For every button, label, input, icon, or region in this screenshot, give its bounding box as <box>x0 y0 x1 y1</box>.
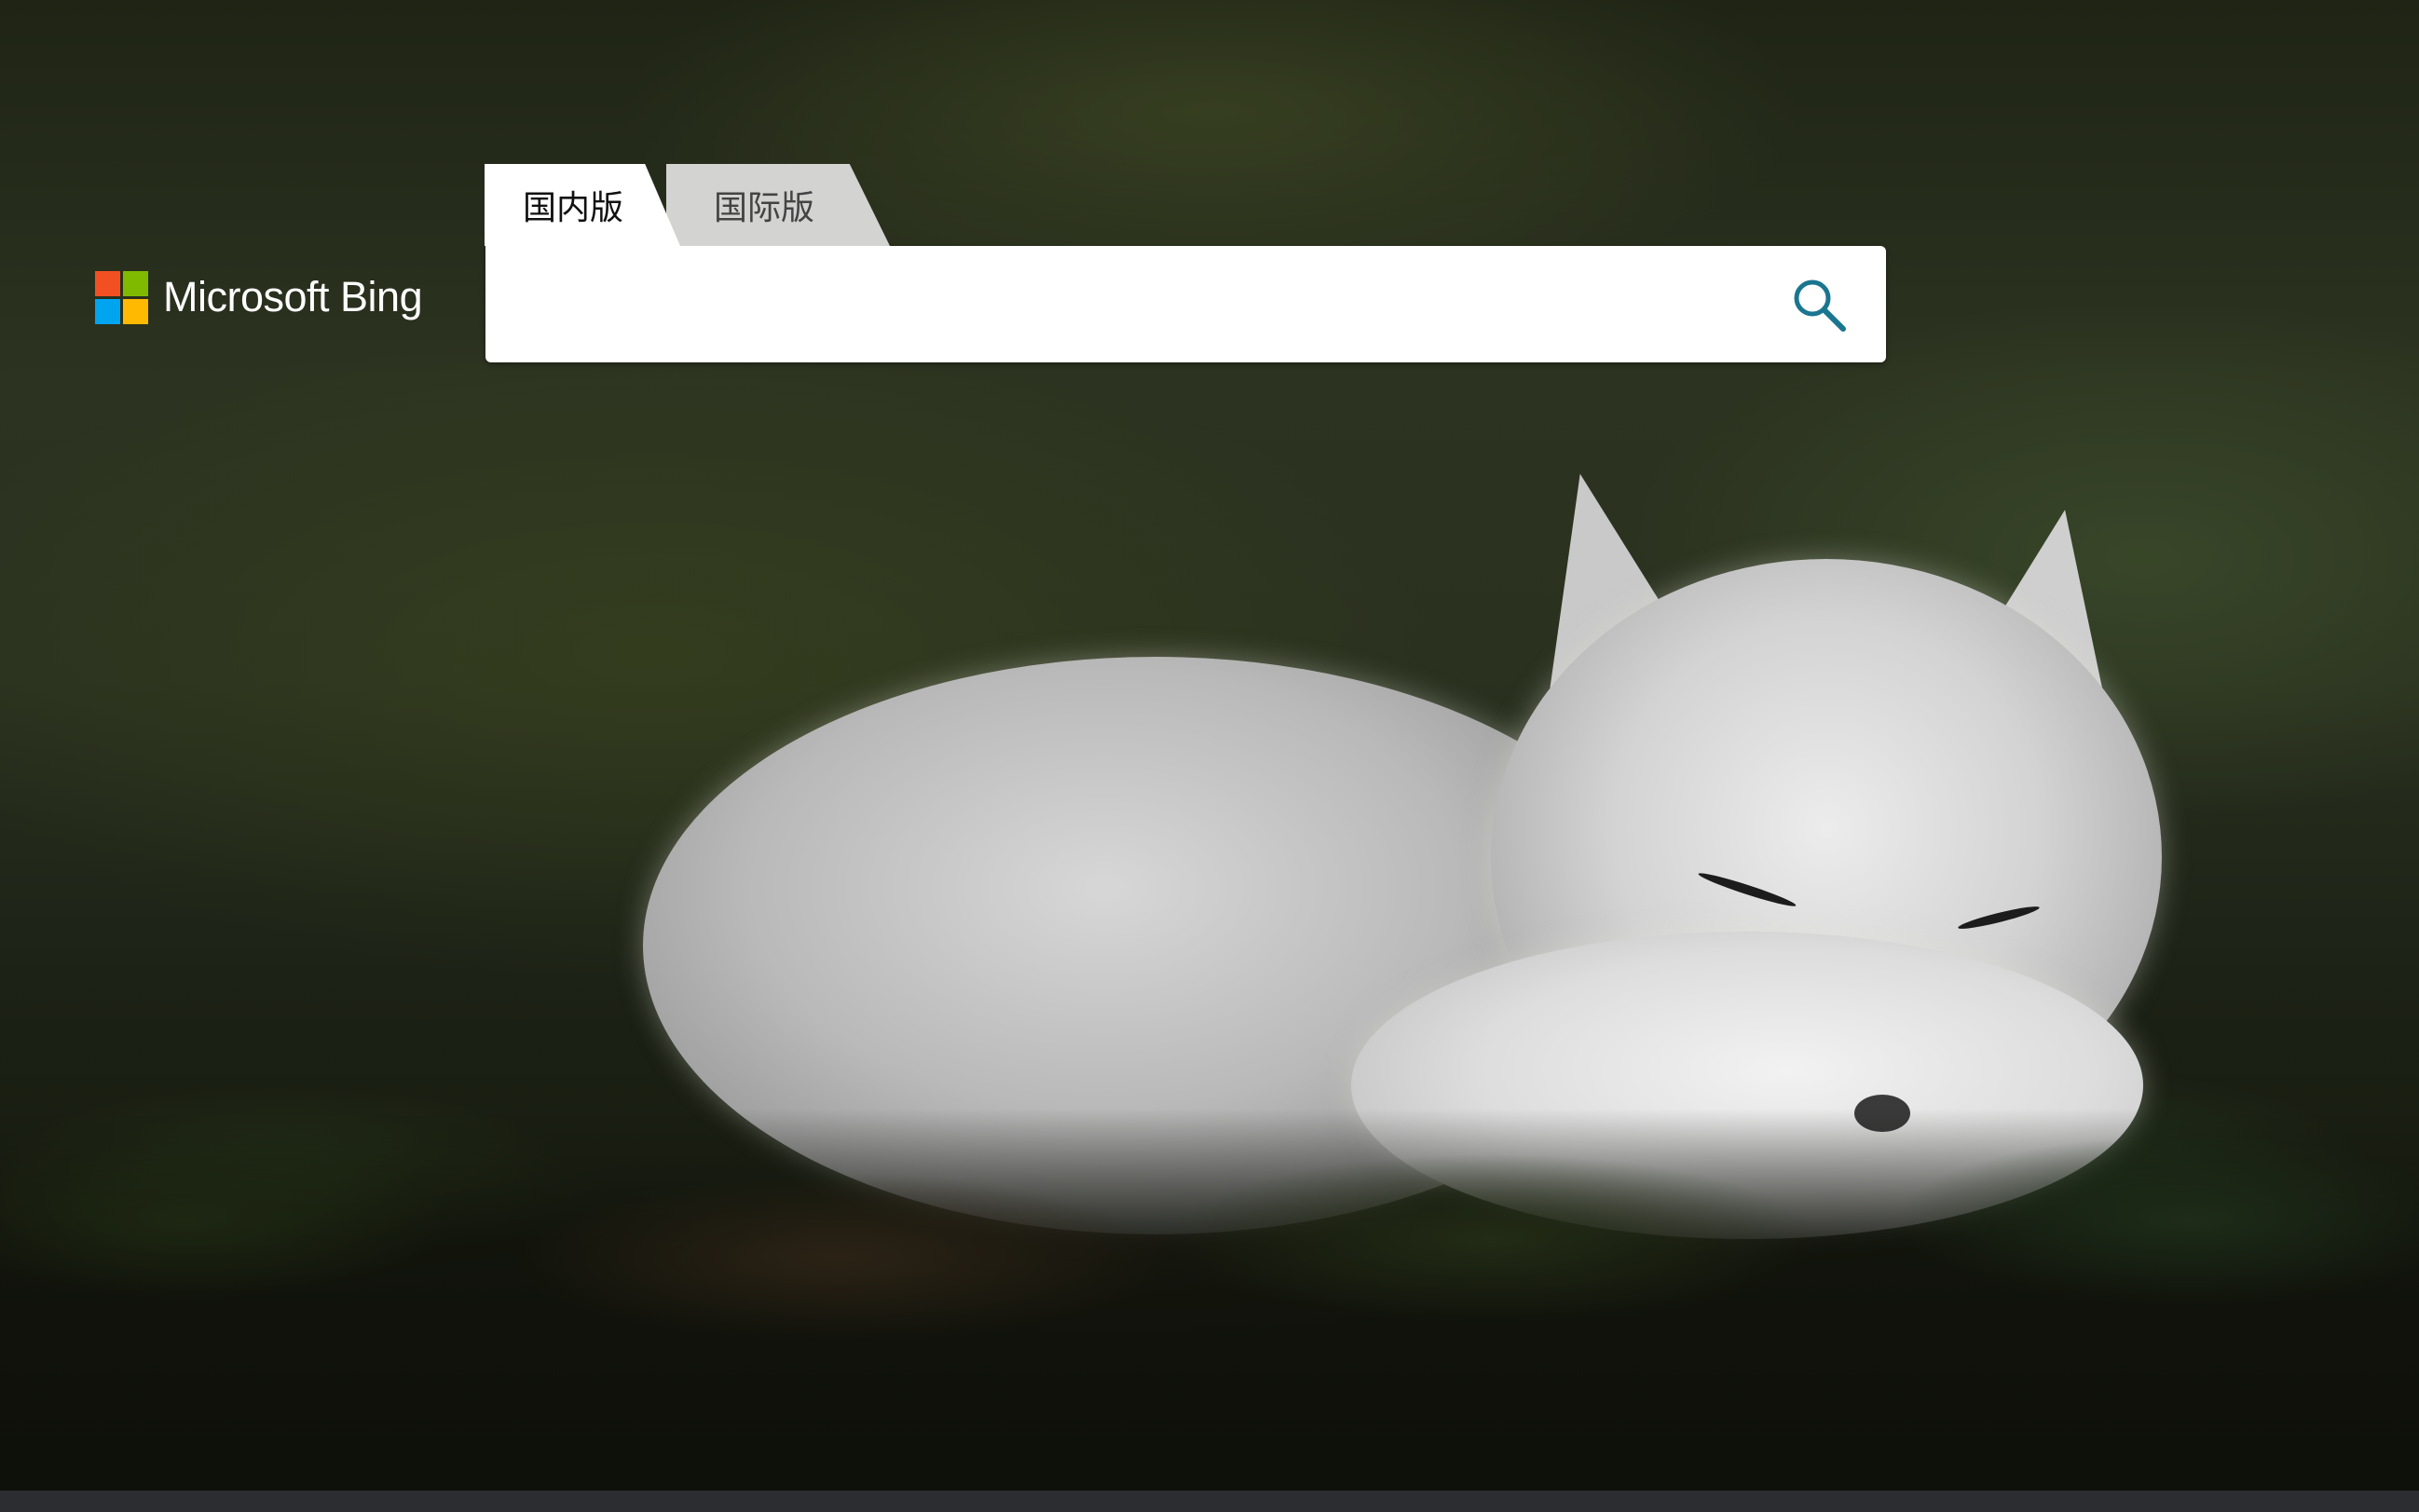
search-icon <box>1794 279 1846 332</box>
logo-tile-red <box>95 270 120 296</box>
search-input[interactable] <box>485 246 1760 362</box>
search-region-tabs: 国内版 国际版 <box>485 164 890 248</box>
background-image: Microsoft Bing 国内版 国际版 <box>0 0 2419 1512</box>
search-button[interactable] <box>1760 246 1877 362</box>
tab-domestic[interactable]: 国内版 <box>485 164 680 246</box>
foreground-grass <box>0 1109 2419 1491</box>
logo-tile-yellow <box>123 298 148 324</box>
search-box <box>485 246 1886 362</box>
microsoft-logo-icon <box>95 270 148 324</box>
logo-tile-blue <box>95 298 120 324</box>
bottom-bar <box>0 1491 2419 1512</box>
logo-text: Microsoft Bing <box>163 273 423 320</box>
bing-logo[interactable]: Microsoft Bing <box>95 270 423 324</box>
logo-tile-green <box>123 270 148 296</box>
tab-international[interactable]: 国际版 <box>666 164 890 246</box>
